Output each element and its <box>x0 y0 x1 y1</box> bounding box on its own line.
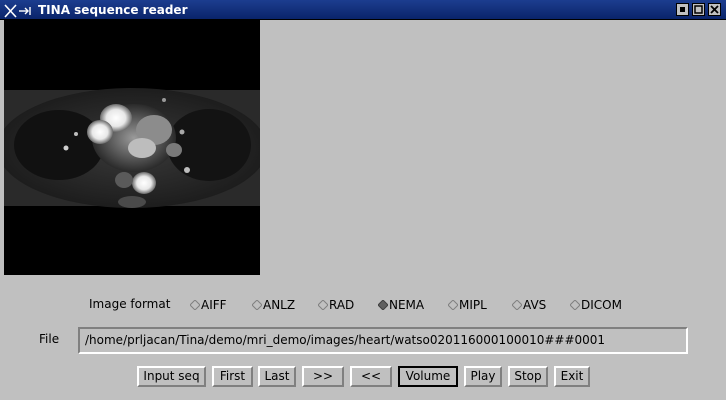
app-window: TINA sequence reader Image format AIFF A… <box>0 0 726 400</box>
radio-avs[interactable]: AVS <box>512 297 546 313</box>
radio-aiff[interactable]: AIFF <box>190 297 227 313</box>
radio-mipl[interactable]: MIPL <box>448 297 487 313</box>
image-format-label: Image format <box>89 297 171 311</box>
radio-diamond-selected-icon <box>378 300 388 310</box>
radio-label: DICOM <box>581 298 622 312</box>
image-display[interactable] <box>4 20 260 275</box>
radio-dicom[interactable]: DICOM <box>570 297 622 313</box>
window-title: TINA sequence reader <box>38 3 188 17</box>
radio-label: NEMA <box>389 298 425 312</box>
forward-button[interactable]: >> <box>302 366 344 387</box>
stop-button[interactable]: Stop <box>508 366 548 387</box>
first-button[interactable]: First <box>212 366 253 387</box>
radio-nema[interactable]: NEMA <box>378 297 424 313</box>
volume-button[interactable]: Volume <box>398 366 458 387</box>
close-icon[interactable] <box>708 3 721 16</box>
maximize-icon[interactable] <box>692 3 705 16</box>
radio-anlz[interactable]: ANLZ <box>252 297 295 313</box>
play-button[interactable]: Play <box>464 366 502 387</box>
file-label: File <box>39 332 60 346</box>
minimize-icon[interactable] <box>676 3 689 16</box>
radio-label: ANLZ <box>263 298 296 312</box>
radio-rad[interactable]: RAD <box>318 297 354 313</box>
radio-diamond-icon <box>190 300 200 310</box>
radio-diamond-icon <box>448 300 458 310</box>
radio-diamond-icon <box>252 300 262 310</box>
back-button[interactable]: << <box>350 366 392 387</box>
mri-image <box>4 20 260 275</box>
radio-label: AIFF <box>201 298 227 312</box>
radio-diamond-icon <box>512 300 522 310</box>
app-icon[interactable] <box>4 3 34 18</box>
exit-button[interactable]: Exit <box>554 366 590 387</box>
title-bar[interactable]: TINA sequence reader <box>0 0 726 20</box>
file-path-input[interactable]: /home/prljacan/Tina/demo/mri_demo/images… <box>78 327 688 354</box>
input-seq-button[interactable]: Input seq <box>137 366 206 387</box>
radio-label: MIPL <box>459 298 487 312</box>
radio-diamond-icon <box>570 300 580 310</box>
radio-label: AVS <box>523 298 547 312</box>
radio-label: RAD <box>329 298 355 312</box>
last-button[interactable]: Last <box>258 366 296 387</box>
radio-diamond-icon <box>318 300 328 310</box>
